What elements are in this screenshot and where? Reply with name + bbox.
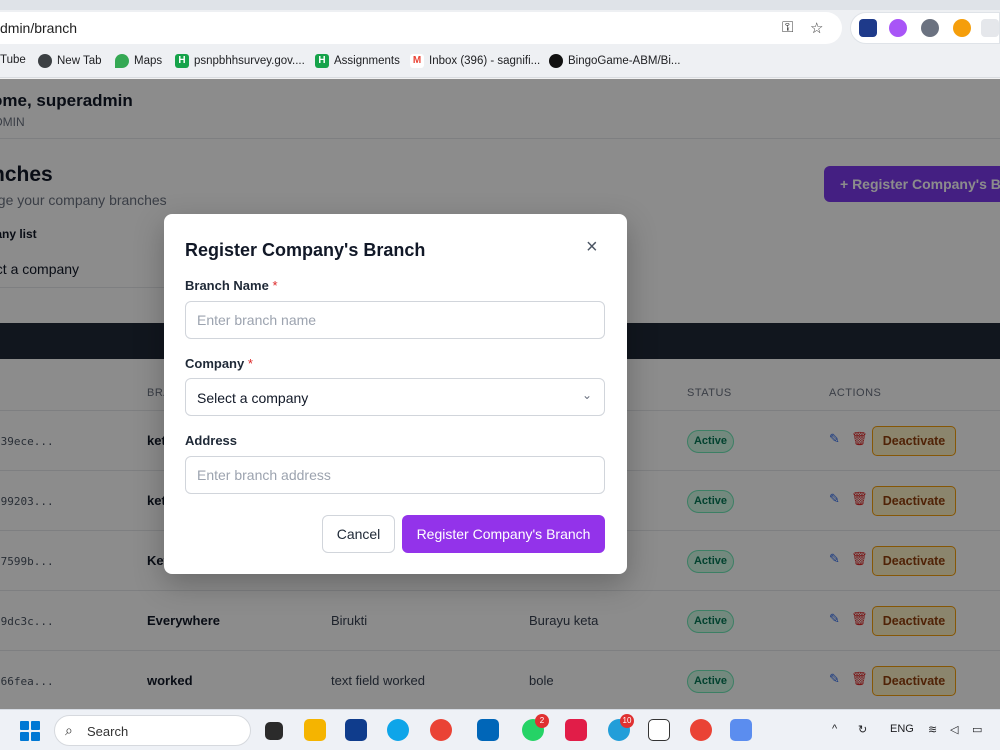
browser-toolbar: dmin/branch ⚿ ☆ bbox=[0, 10, 1000, 46]
h-icon: H bbox=[175, 54, 189, 68]
register-branch-modal: Register Company's Branch × Branch Name … bbox=[164, 214, 627, 574]
brain-extension-icon[interactable] bbox=[889, 19, 907, 37]
chevron-down-icon: ⌄ bbox=[581, 388, 592, 402]
close-icon[interactable]: × bbox=[586, 236, 598, 259]
windows-taskbar: ⌕ Search 2 10 ^ ↻ ENG ≋ ◁ ▭ bbox=[0, 709, 1000, 750]
extensions-bar bbox=[850, 12, 1000, 44]
address-label: Address bbox=[185, 433, 238, 448]
taskbar-search[interactable]: ⌕ Search bbox=[54, 715, 251, 746]
windows-start-icon[interactable] bbox=[20, 721, 40, 741]
maps-pin-icon bbox=[115, 54, 129, 68]
cancel-button[interactable]: Cancel bbox=[322, 515, 395, 553]
orange-extension-icon[interactable] bbox=[953, 19, 971, 37]
branch-name-label: Branch Name * bbox=[185, 278, 278, 293]
edge-icon[interactable] bbox=[387, 719, 409, 741]
label-text: Branch Name bbox=[185, 278, 269, 293]
password-key-icon[interactable]: ⚿ bbox=[782, 19, 793, 36]
gmail-icon: M bbox=[410, 54, 424, 68]
bookmark-github[interactable]: BingoGame-ABM/Bi... bbox=[549, 54, 680, 68]
bookmark-new-tab[interactable]: New Tab bbox=[38, 54, 102, 68]
wps-office-icon[interactable] bbox=[565, 719, 587, 741]
browser-tab-strip bbox=[0, 0, 1000, 10]
bookmark-star-icon[interactable]: ☆ bbox=[810, 19, 823, 37]
bookmark-gmail[interactable]: M Inbox (396) - sagnifi... bbox=[410, 54, 540, 68]
search-icon: ⌕ bbox=[65, 722, 73, 738]
bookmark-label: Inbox (396) - sagnifi... bbox=[429, 55, 541, 67]
github-icon bbox=[549, 54, 563, 68]
search-label: Search bbox=[87, 724, 129, 739]
company-select-value: Select a company bbox=[197, 390, 309, 406]
w-app-icon[interactable] bbox=[648, 719, 670, 741]
url-text[interactable]: dmin/branch bbox=[0, 20, 77, 36]
whatsapp-badge: 2 bbox=[535, 714, 549, 728]
bookmark-assignments[interactable]: H Assignments bbox=[315, 54, 400, 68]
file-explorer-icon[interactable] bbox=[304, 719, 326, 741]
task-view-icon[interactable] bbox=[265, 722, 283, 740]
bookmark-youtube[interactable]: Tube bbox=[0, 54, 26, 66]
bookmark-label: Assignments bbox=[334, 55, 400, 67]
bookmark-label: Tube bbox=[0, 54, 26, 66]
required-mark: * bbox=[247, 356, 253, 371]
chrome-profile-icon[interactable] bbox=[690, 719, 712, 741]
h-icon: H bbox=[315, 54, 329, 68]
extensions-puzzle-icon[interactable] bbox=[981, 19, 999, 37]
chevron-up-icon[interactable]: ^ bbox=[832, 723, 837, 735]
react-devtools-icon[interactable] bbox=[859, 19, 877, 37]
volume-icon[interactable]: ◁ bbox=[950, 723, 958, 736]
bookmark-label: psnpbhhsurvey.gov.... bbox=[194, 55, 305, 67]
wifi-icon[interactable]: ≋ bbox=[928, 723, 937, 736]
notepad-icon[interactable] bbox=[730, 719, 752, 741]
branch-address-input[interactable] bbox=[185, 456, 605, 494]
bookmark-maps[interactable]: Maps bbox=[115, 54, 162, 68]
store-icon[interactable] bbox=[345, 719, 367, 741]
bookmark-label: Maps bbox=[134, 55, 163, 67]
branch-name-input[interactable] bbox=[185, 301, 605, 339]
bookmark-label: New Tab bbox=[57, 55, 102, 67]
sync-icon[interactable]: ↻ bbox=[858, 723, 867, 736]
globe-icon bbox=[38, 54, 52, 68]
required-mark: * bbox=[272, 278, 278, 293]
bookmarks-bar: Tube New Tab Maps Hpsnpbhhsurvey.gov....… bbox=[0, 46, 1000, 78]
modal-title: Register Company's Branch bbox=[185, 240, 426, 260]
vscode-icon[interactable] bbox=[477, 719, 499, 741]
chrome-icon[interactable] bbox=[430, 719, 452, 741]
bookmark-psnp[interactable]: Hpsnpbhhsurvey.gov.... bbox=[175, 54, 305, 68]
language-indicator[interactable]: ENG bbox=[890, 723, 914, 735]
company-label: Company * bbox=[185, 356, 253, 371]
battery-icon[interactable]: ▭ bbox=[972, 723, 982, 736]
register-submit-button[interactable]: Register Company's Branch bbox=[402, 515, 605, 553]
telegram-badge: 10 bbox=[620, 714, 634, 728]
address-bar[interactable]: dmin/branch ⚿ ☆ bbox=[0, 12, 842, 44]
label-text: Company bbox=[185, 356, 245, 371]
company-select[interactable]: Select a company ⌄ bbox=[185, 378, 605, 416]
s-extension-icon[interactable] bbox=[921, 19, 939, 37]
bookmark-label: BingoGame-ABM/Bi... bbox=[568, 55, 681, 67]
